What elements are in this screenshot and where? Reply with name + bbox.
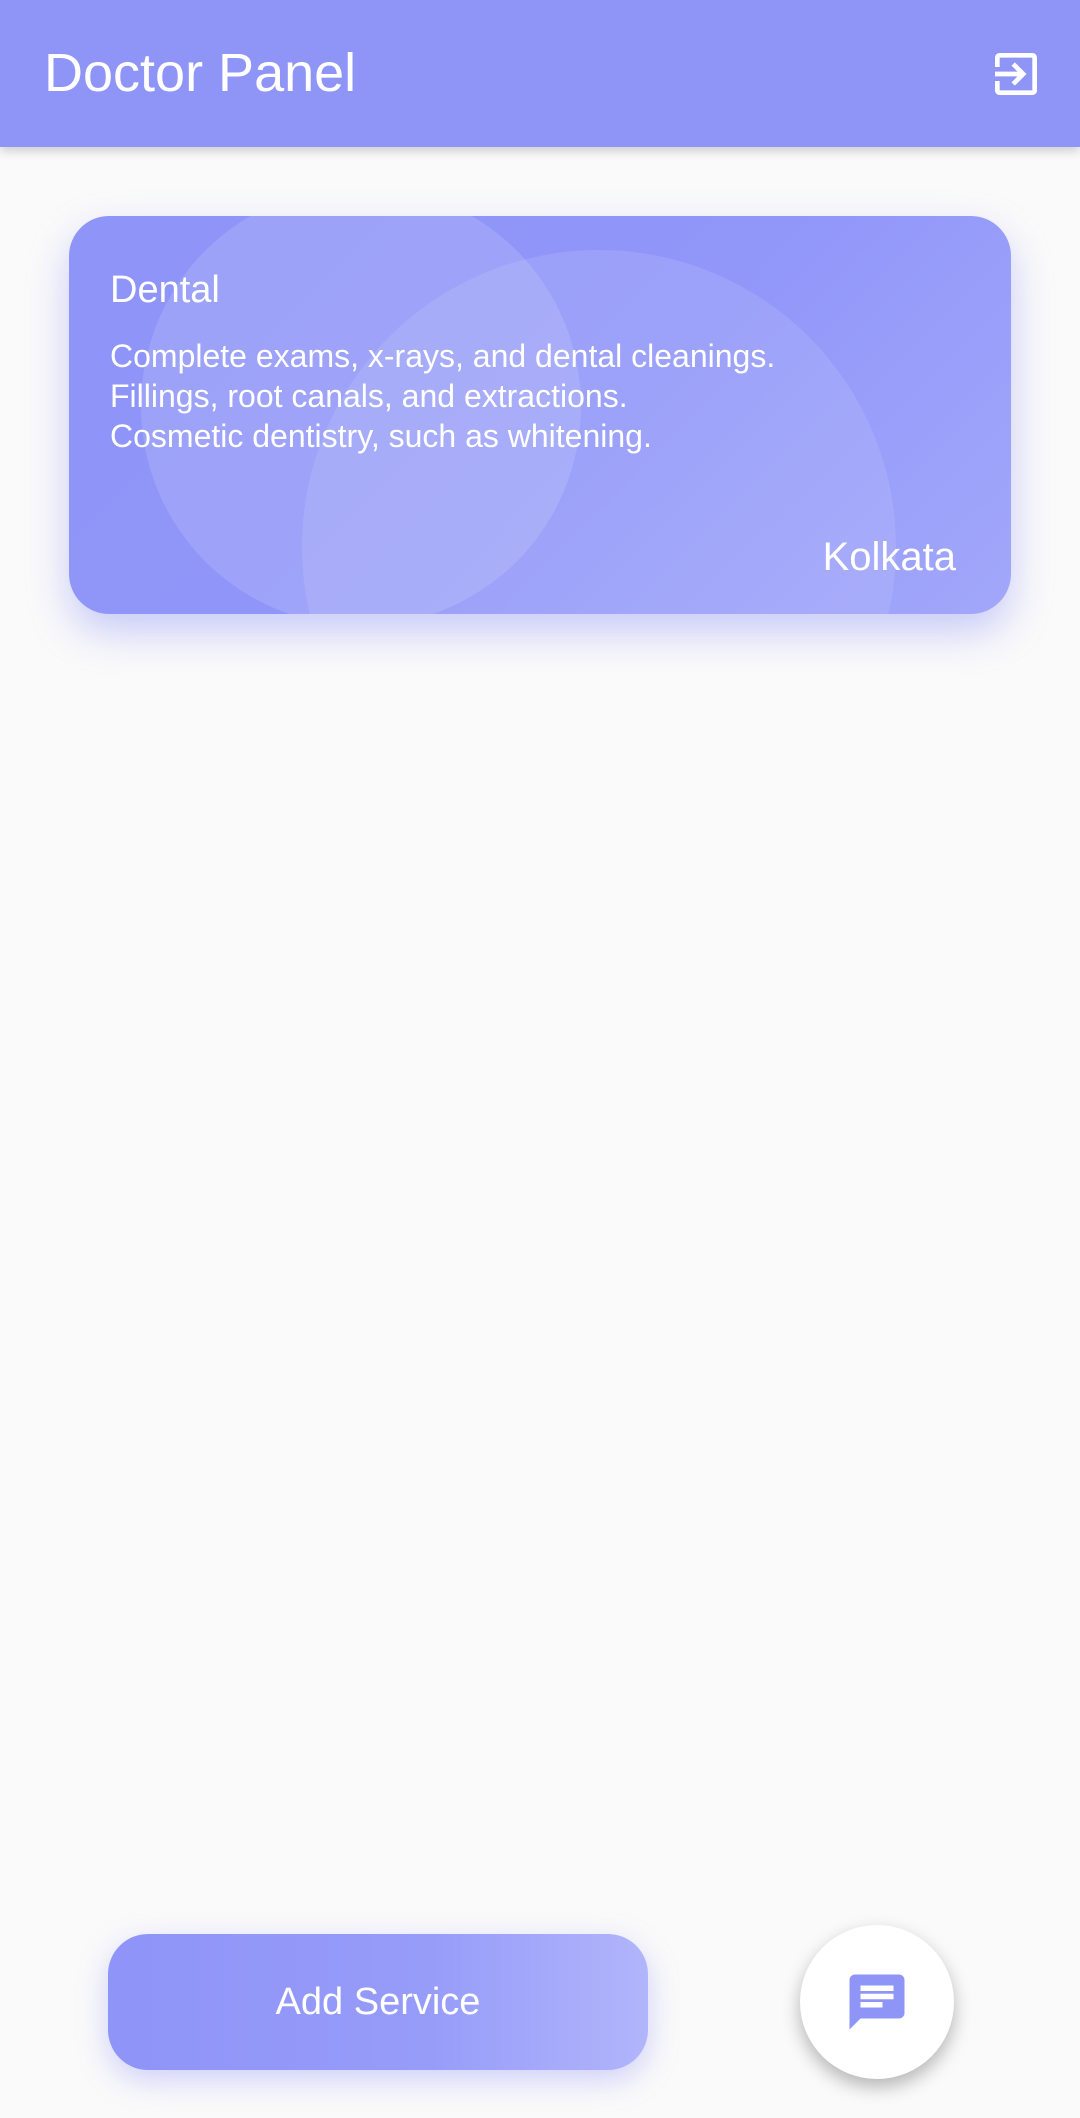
add-service-label: Add Service: [275, 1980, 481, 2023]
service-title: Dental: [110, 269, 220, 311]
logout-icon: [995, 53, 1037, 95]
service-description: Complete exams, x-rays, and dental clean…: [110, 336, 970, 456]
chat-icon: [849, 1974, 905, 2030]
service-card[interactable]: Dental Complete exams, x-rays, and denta…: [69, 216, 1011, 614]
service-description-line: Cosmetic dentistry, such as whitening.: [110, 418, 652, 454]
service-description-line: Fillings, root canals, and extractions.: [110, 378, 628, 414]
app-bar: Doctor Panel: [0, 0, 1080, 147]
page-title: Doctor Panel: [44, 43, 357, 103]
service-location: Kolkata: [822, 535, 956, 579]
service-description-line: Complete exams, x-rays, and dental clean…: [110, 338, 776, 374]
chat-button[interactable]: [800, 1925, 954, 2079]
add-service-button[interactable]: Add Service: [108, 1934, 648, 2070]
logout-button[interactable]: [976, 34, 1056, 114]
